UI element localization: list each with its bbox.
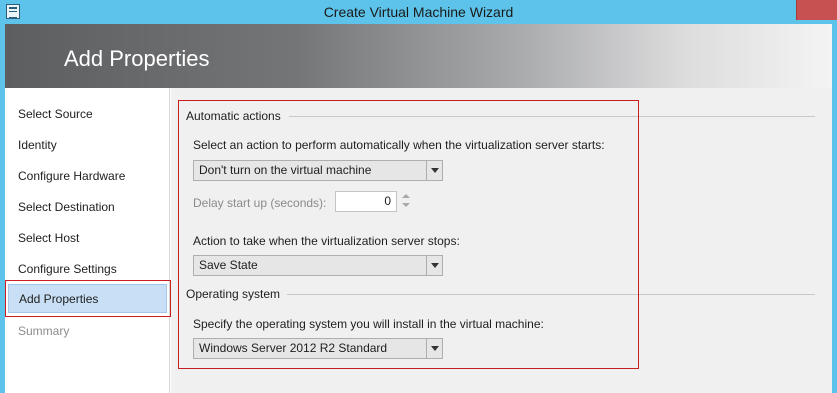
nav-item-identity[interactable]: Identity — [18, 135, 57, 155]
close-button[interactable] — [796, 0, 837, 20]
nav-item-select-destination[interactable]: Select Destination — [18, 197, 115, 217]
properties-panel: Automatic actions Select an action to pe… — [171, 88, 832, 393]
nav-item-select-host[interactable]: Select Host — [18, 228, 79, 248]
title-bar: Create Virtual Machine Wizard — [0, 0, 837, 24]
window-frame-right — [832, 24, 837, 393]
nav-item-configure-hardware[interactable]: Configure Hardware — [18, 166, 125, 186]
window-title: Create Virtual Machine Wizard — [323, 4, 514, 20]
wizard-header: Add Properties — [5, 24, 832, 88]
page-title: Add Properties — [64, 46, 210, 71]
content-highlight-box — [178, 100, 639, 369]
nav-item-configure-settings[interactable]: Configure Settings — [18, 259, 117, 279]
wizard-step-nav: Select Source Identity Configure Hardwar… — [5, 88, 171, 393]
nav-item-summary: Summary — [18, 324, 70, 338]
nav-highlight-box — [5, 280, 171, 317]
nav-item-select-source[interactable]: Select Source — [18, 104, 93, 124]
